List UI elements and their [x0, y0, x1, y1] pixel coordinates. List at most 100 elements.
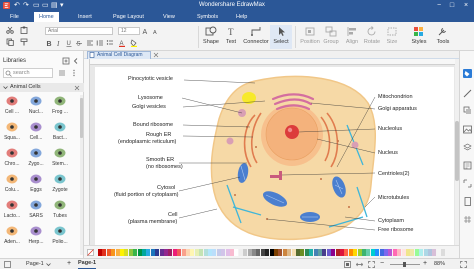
- document-tab[interactable]: Animal Cell Diagram: [87, 51, 151, 59]
- color-swatch[interactable]: [414, 249, 419, 256]
- color-swatch[interactable]: [111, 249, 116, 256]
- bold-icon[interactable]: B: [45, 39, 53, 47]
- label-cytoplasm[interactable]: Cytoplasm: [378, 218, 404, 224]
- tab-view[interactable]: View: [158, 12, 180, 22]
- library-shape[interactable]: Zygote: [51, 173, 69, 193]
- color-swatch[interactable]: [243, 249, 248, 256]
- color-swatch[interactable]: [260, 249, 265, 256]
- color-swatch[interactable]: [120, 249, 124, 256]
- color-swatch[interactable]: [115, 249, 120, 256]
- label-smooth-er-detail[interactable]: (no ribosomes): [146, 164, 183, 170]
- color-swatch[interactable]: [150, 249, 155, 256]
- tab-file[interactable]: File: [5, 12, 24, 22]
- label-pinocytotic-vesicle[interactable]: Pinocytotic vesicle: [128, 76, 173, 82]
- color-swatch[interactable]: [318, 249, 322, 256]
- library-shape[interactable]: Stem...: [51, 147, 69, 167]
- color-swatch[interactable]: [252, 249, 256, 256]
- library-shape[interactable]: Lacto...: [3, 199, 21, 219]
- color-swatch[interactable]: [146, 249, 151, 256]
- color-swatch[interactable]: [221, 249, 226, 256]
- color-swatch[interactable]: [322, 249, 327, 256]
- color-swatch[interactable]: [128, 249, 133, 256]
- color-swatch[interactable]: [269, 249, 274, 256]
- line-spacing-icon[interactable]: [96, 39, 104, 47]
- color-swatch[interactable]: [326, 249, 331, 256]
- label-microtubules[interactable]: Microtubules: [378, 195, 409, 201]
- color-swatch[interactable]: [410, 249, 415, 256]
- fit-width-icon[interactable]: [356, 261, 363, 268]
- search-options-icon[interactable]: [58, 69, 66, 77]
- font-size-select[interactable]: 12: [118, 27, 140, 35]
- library-shape[interactable]: Polio...: [51, 225, 69, 245]
- italic-icon[interactable]: I: [55, 39, 63, 47]
- color-swatch[interactable]: [199, 249, 204, 256]
- label-mitochondrion[interactable]: Mitochondrion: [378, 94, 413, 100]
- close-category-icon[interactable]: [74, 85, 80, 91]
- size-button[interactable]: Size: [381, 25, 403, 49]
- color-swatch[interactable]: [423, 249, 428, 256]
- color-swatch[interactable]: [348, 249, 353, 256]
- library-scrollbar[interactable]: [80, 95, 83, 255]
- position-button[interactable]: Position: [299, 25, 321, 49]
- properties-panel-icon[interactable]: [463, 161, 472, 170]
- chevron-down-icon[interactable]: [46, 262, 51, 267]
- color-swatch[interactable]: [278, 249, 283, 256]
- color-swatch[interactable]: [124, 249, 129, 256]
- fill-panel-icon[interactable]: [463, 69, 472, 78]
- color-swatch[interactable]: [406, 249, 410, 256]
- redo-icon[interactable]: ↷: [23, 1, 29, 10]
- color-swatch[interactable]: [106, 249, 111, 256]
- library-manage-icon[interactable]: [62, 57, 70, 65]
- more-options-icon[interactable]: [70, 69, 78, 77]
- library-shape[interactable]: Aden...: [3, 225, 21, 245]
- save-icon[interactable]: ▤: [51, 1, 58, 10]
- tab-home[interactable]: Home: [34, 12, 59, 22]
- underline-icon[interactable]: U: [65, 39, 73, 47]
- layers-panel-icon[interactable]: [463, 143, 472, 152]
- color-swatch[interactable]: [353, 249, 358, 256]
- strikethrough-icon[interactable]: S: [75, 39, 83, 47]
- library-shape[interactable]: Nucl...: [27, 95, 45, 115]
- color-swatch[interactable]: [388, 249, 393, 256]
- page-panel-icon[interactable]: [463, 197, 472, 206]
- color-swatch[interactable]: [159, 249, 164, 256]
- font-color-icon[interactable]: A: [118, 39, 126, 47]
- color-swatch[interactable]: [362, 249, 366, 256]
- color-swatch[interactable]: [436, 249, 441, 256]
- color-swatch[interactable]: [230, 249, 234, 256]
- label-smooth-er[interactable]: Smooth ER: [146, 157, 174, 163]
- paste-icon[interactable]: [20, 26, 28, 34]
- color-swatch[interactable]: [428, 249, 432, 256]
- library-shape[interactable]: SARS: [27, 199, 45, 219]
- align-button[interactable]: Align: [341, 25, 363, 49]
- zoom-out-button[interactable]: −: [380, 259, 384, 269]
- bullet-list-icon[interactable]: [106, 39, 114, 47]
- open-file-icon[interactable]: ▭: [42, 1, 49, 10]
- tab-help[interactable]: Help: [231, 12, 252, 22]
- color-swatch[interactable]: [296, 249, 300, 256]
- decrease-font-icon[interactable]: A: [152, 27, 160, 35]
- library-shape[interactable]: Colu...: [3, 173, 21, 193]
- label-rough-er[interactable]: Rough ER: [146, 132, 171, 138]
- color-swatch[interactable]: [274, 249, 278, 256]
- color-swatch[interactable]: [234, 249, 239, 256]
- label-nucleolus[interactable]: Nucleolus: [378, 126, 402, 132]
- fit-page-icon[interactable]: [344, 261, 351, 268]
- color-swatch[interactable]: [181, 249, 186, 256]
- library-shape[interactable]: Herp...: [27, 225, 45, 245]
- color-swatch[interactable]: [238, 249, 243, 256]
- color-swatch[interactable]: [379, 249, 384, 256]
- connector-tool-button[interactable]: Connector: [243, 25, 269, 49]
- color-swatch[interactable]: [203, 249, 208, 256]
- color-swatch[interactable]: [357, 249, 362, 256]
- color-swatch[interactable]: [177, 249, 182, 256]
- tab-insert[interactable]: Insert: [73, 12, 97, 22]
- color-swatch[interactable]: [397, 249, 402, 256]
- color-swatch[interactable]: [102, 249, 107, 256]
- library-shape[interactable]: Squa...: [3, 121, 21, 141]
- increase-font-icon[interactable]: A: [142, 27, 150, 35]
- zoom-level[interactable]: 88%: [434, 259, 445, 269]
- fullscreen-icon[interactable]: [368, 261, 375, 268]
- chevron-down-icon[interactable]: [3, 85, 8, 90]
- color-swatch[interactable]: [194, 249, 199, 256]
